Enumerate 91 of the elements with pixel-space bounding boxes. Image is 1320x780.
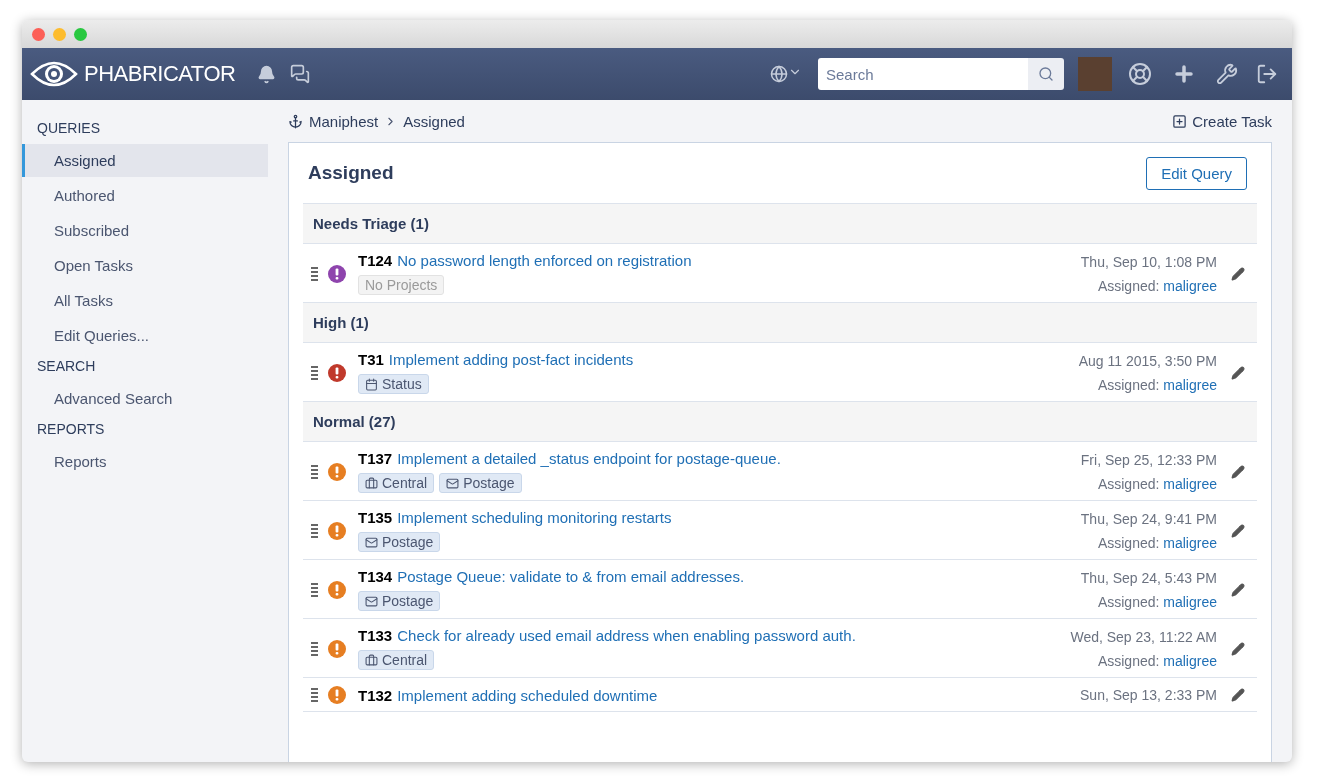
assigned-label: Assigned:: [1097, 652, 1160, 669]
assigned-label: Assigned:: [1097, 593, 1160, 610]
edit-query-button[interactable]: Edit Query: [1146, 156, 1247, 190]
search-icon: [1038, 66, 1054, 82]
project-tag[interactable]: Postage: [358, 532, 441, 552]
assigned-label: Assigned:: [1097, 376, 1160, 393]
sidebar-item[interactable]: Assigned: [22, 144, 268, 177]
task-id: T124: [358, 252, 393, 269]
task-title-link[interactable]: Implement scheduling monitoring restarts: [397, 509, 672, 526]
pencil-icon[interactable]: [1231, 464, 1245, 479]
pencil-icon[interactable]: [1231, 523, 1245, 538]
task-title-link[interactable]: Implement adding post-fact incidents: [388, 351, 634, 368]
globe-icon[interactable]: [770, 65, 788, 83]
sidebar-item[interactable]: Edit Queries...: [22, 319, 268, 352]
plus-square-icon: [1172, 113, 1188, 129]
drag-handle-icon[interactable]: [311, 687, 318, 703]
drag-handle-icon[interactable]: [311, 522, 318, 539]
project-tag[interactable]: Postage: [358, 591, 441, 611]
assignee-link[interactable]: maligree: [1163, 376, 1217, 393]
task-id: T132: [358, 686, 393, 704]
task-title-link[interactable]: Postage Queue: validate to & from email addresses.: [397, 568, 745, 585]
bell-icon[interactable]: [257, 64, 277, 84]
task-title-link[interactable]: No password length enforced on registration: [397, 252, 692, 269]
sidebar-section-title: REPORTS: [36, 420, 106, 439]
sidebar-item[interactable]: Advanced Search: [22, 382, 268, 415]
task-date: Sun, Sep 13, 2:33 PM: [1080, 687, 1217, 703]
panel-title: Assigned: [307, 162, 394, 184]
group-header: Needs Triage (1): [303, 204, 1257, 244]
assigned-label: Assigned:: [1097, 475, 1160, 492]
search-field[interactable]: Search: [818, 58, 1028, 90]
pencil-icon[interactable]: [1231, 641, 1245, 656]
pencil-icon[interactable]: [1231, 266, 1245, 281]
lifebuoy-icon[interactable]: [1128, 62, 1152, 86]
anchor-icon: [288, 113, 303, 129]
assigned-label: Assigned:: [1097, 534, 1160, 551]
sidebar-item[interactable]: Authored: [22, 179, 268, 212]
sidebar-section-title: QUERIES: [36, 119, 101, 138]
assignee-link[interactable]: maligree: [1163, 534, 1217, 551]
group-header: Normal (27): [303, 402, 1257, 442]
drag-handle-icon[interactable]: [311, 581, 318, 598]
task-title-link[interactable]: Check for already used email address when enabling password auth.: [397, 627, 856, 644]
task-id: T31: [358, 351, 384, 368]
logout-icon[interactable]: [1256, 63, 1278, 85]
project-tag[interactable]: Central: [358, 473, 435, 493]
task-date: Fri, Sep 25, 12:33 PM: [1080, 451, 1217, 468]
task-title-link[interactable]: Implement adding scheduled downtime: [397, 686, 658, 704]
task-id: T135: [358, 509, 393, 526]
envelope-icon: [365, 594, 378, 608]
sidebar-item[interactable]: Reports: [22, 445, 268, 478]
logo-text[interactable]: PHABRICATOR: [84, 61, 236, 87]
envelope-icon: [446, 476, 460, 490]
assignee-link[interactable]: maligree: [1163, 277, 1217, 294]
task-id: T133: [358, 627, 393, 644]
briefcase-icon: [365, 476, 378, 490]
drag-handle-icon[interactable]: [311, 364, 318, 381]
drag-handle-icon[interactable]: [311, 640, 318, 657]
search-button[interactable]: [1028, 58, 1064, 90]
briefcase-icon: [365, 653, 378, 667]
chat-bubbles-icon[interactable]: [290, 64, 311, 84]
breadcrumb-link[interactable]: Assigned: [403, 112, 465, 130]
project-tag[interactable]: Central: [358, 650, 435, 670]
task-date: Thu, Sep 10, 1:08 PM: [1080, 253, 1217, 270]
calendar-icon: [365, 377, 378, 391]
project-tag[interactable]: Postage: [439, 473, 522, 493]
breadcrumb-link[interactable]: Maniphest: [309, 112, 379, 130]
task-date: Wed, Sep 23, 11:22 AM: [1070, 628, 1217, 645]
task-date: Thu, Sep 24, 5:43 PM: [1080, 569, 1217, 586]
assigned-label: Assigned:: [1097, 277, 1160, 294]
sidebar-section-title: SEARCH: [36, 357, 97, 376]
wrench-icon[interactable]: [1216, 63, 1238, 85]
sidebar-item[interactable]: Subscribed: [22, 214, 268, 247]
project-tag[interactable]: Status: [358, 374, 429, 394]
task-date: Thu, Sep 24, 9:41 PM: [1080, 510, 1217, 527]
assignee-link[interactable]: maligree: [1163, 652, 1217, 669]
sidebar-item[interactable]: All Tasks: [22, 284, 268, 317]
assignee-link[interactable]: maligree: [1163, 593, 1217, 610]
task-date: Aug 11 2015, 3:50 PM: [1078, 352, 1217, 369]
pencil-icon[interactable]: [1231, 365, 1245, 380]
plus-icon[interactable]: [1172, 62, 1196, 86]
drag-handle-icon[interactable]: [311, 463, 318, 480]
create-task-link[interactable]: Create Task: [1172, 112, 1272, 130]
assignee-link[interactable]: maligree: [1163, 475, 1217, 492]
sidebar-item[interactable]: Open Tasks: [22, 249, 268, 282]
drag-handle-icon[interactable]: [311, 265, 318, 282]
group-header: High (1): [303, 303, 1257, 343]
task-id: T134: [358, 568, 393, 585]
envelope-icon: [365, 535, 378, 549]
task-id: T137: [358, 450, 393, 467]
pencil-icon[interactable]: [1231, 582, 1245, 597]
task-title-link[interactable]: Implement a detailed _status endpoint for postage-queue.: [397, 450, 781, 467]
pencil-icon[interactable]: [1231, 688, 1245, 702]
